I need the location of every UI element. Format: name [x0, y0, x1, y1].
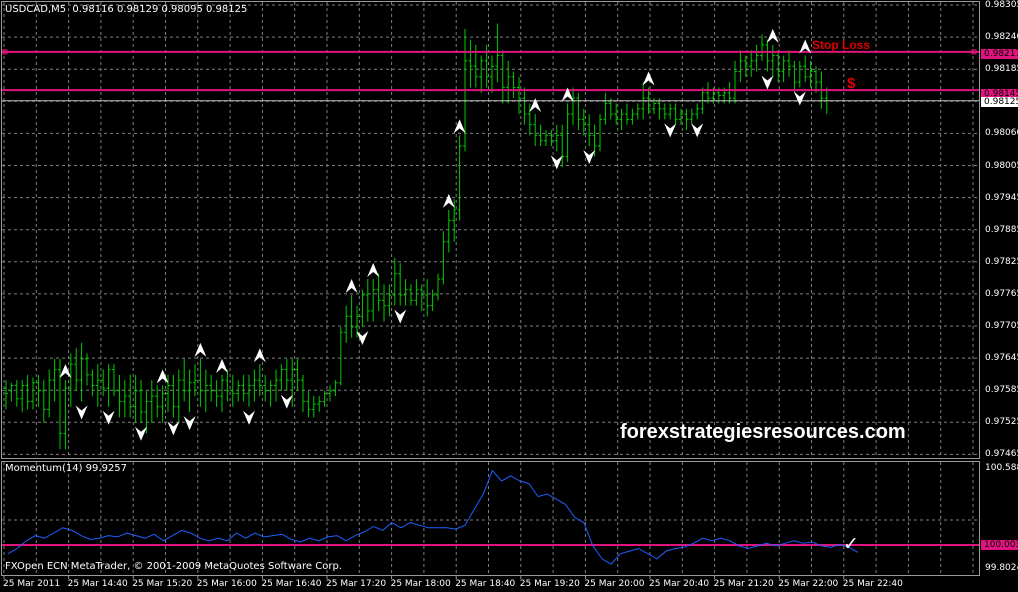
chart-canvas [1, 1, 980, 579]
momentum-axis-top: 100.5881 [985, 463, 1018, 473]
symbol-label: USDCAD,M5 [5, 4, 67, 15]
momentum-pane-border [1, 461, 980, 576]
watermark-text: forexstrategiesresources.com [620, 421, 906, 443]
momentum-level-tag: 100.003 [981, 540, 1018, 550]
price-axis-label: 0.97465 [985, 449, 1018, 460]
time-axis-label: 25 Mar 18:40 [455, 579, 516, 589]
time-axis-label: 25 Mar 17:20 [326, 579, 387, 589]
time-axis-label: 25 Mar 21:20 [713, 579, 774, 589]
down-arrow-icon [356, 330, 369, 345]
down-arrow-icon [664, 123, 677, 138]
time-axis-label: 25 Mar 20:40 [649, 579, 710, 589]
down-arrow-icon [394, 309, 407, 324]
down-arrow-icon [135, 426, 147, 441]
price-axis-label: 0.98305 [985, 0, 1018, 10]
price-axis-label: 0.97705 [985, 321, 1018, 331]
down-arrow-icon [183, 416, 196, 431]
up-arrow-icon [345, 279, 358, 294]
time-axis-label: 25 Mar 22:40 [842, 579, 903, 589]
footer-credit: FXOpen ECN MetaTrader, © 2001-2009 MetaQ… [5, 561, 342, 572]
up-arrow-icon [642, 71, 655, 86]
momentum-axis-bottom: 99.8024 [985, 563, 1018, 573]
up-arrow-icon [442, 193, 455, 208]
momentum-line [7, 469, 859, 565]
time-axis-label: 25 Mar 19:20 [519, 579, 580, 589]
time-axis-label: 25 Mar 18:00 [390, 579, 451, 589]
up-arrow-icon [216, 358, 228, 373]
time-axis-label: 25 Mar 16:40 [261, 579, 322, 589]
momentum-plot [7, 469, 859, 565]
chart-grid [2, 2, 979, 575]
up-arrow-icon [253, 348, 266, 363]
ohlc-values: 0.98116 0.98129 0.98095 0.98125 [72, 4, 248, 15]
down-arrow-icon [691, 123, 704, 138]
down-arrow-icon [761, 75, 774, 90]
momentum-title: Momentum(14) 99.9257 [5, 463, 128, 474]
up-arrow-icon [59, 364, 72, 379]
price-axis-label: 0.97945 [985, 192, 1018, 203]
price-axis-label: 0.97525 [985, 417, 1018, 428]
price-axis-label: 0.97885 [985, 224, 1018, 235]
up-arrow-icon [529, 98, 542, 113]
price-axis-label: 0.98240 [985, 32, 1018, 43]
checkmark-icon: ✓ [843, 533, 859, 555]
up-arrow-icon [156, 369, 169, 384]
down-arrow-icon [75, 405, 88, 420]
time-axis-label: 25 Mar 14:40 [67, 579, 128, 589]
price-axis-label: 0.97825 [985, 256, 1018, 267]
down-arrow-icon [550, 155, 563, 170]
down-arrow-icon [583, 150, 596, 165]
level-lines [2, 49, 979, 546]
price-axis-label: 0.98185 [985, 64, 1018, 75]
up-arrow-icon [453, 119, 466, 134]
stop-loss-label: Stop Loss [812, 38, 871, 52]
price-axis-label: 0.97585 [985, 385, 1018, 396]
time-axis-label: 25 Mar 20:00 [584, 579, 645, 589]
down-arrow-icon [793, 91, 806, 106]
price-axis-label: 0.97765 [985, 288, 1018, 299]
dollar-sign-label: $ [847, 75, 856, 92]
up-arrow-icon [766, 28, 779, 43]
current-price-tag: 0.98125 [981, 97, 1018, 107]
up-arrow-icon [194, 342, 207, 357]
chart-header: USDCAD,M5 0.98116 0.98129 0.98095 0.9812… [5, 4, 247, 16]
down-arrow-icon [280, 394, 293, 409]
time-axis-label: 25 Mar 16:00 [196, 579, 257, 589]
price-axis-label: 0.98060 [985, 128, 1018, 139]
up-arrow-icon [367, 263, 380, 278]
price-axis-label: 0.97645 [985, 353, 1018, 364]
price-bars [4, 23, 829, 450]
chart-frame [1, 1, 980, 579]
down-arrow-icon [167, 421, 180, 436]
stop-loss-price-tag: 0.98217 [981, 49, 1018, 59]
time-axis-label: 25 Mar 15:20 [132, 579, 193, 589]
time-axis-label: 25 Mar 2011 [3, 579, 61, 589]
time-axis-label: 25 Mar 22:00 [778, 579, 839, 589]
price-axis-label: 0.98005 [985, 160, 1018, 171]
